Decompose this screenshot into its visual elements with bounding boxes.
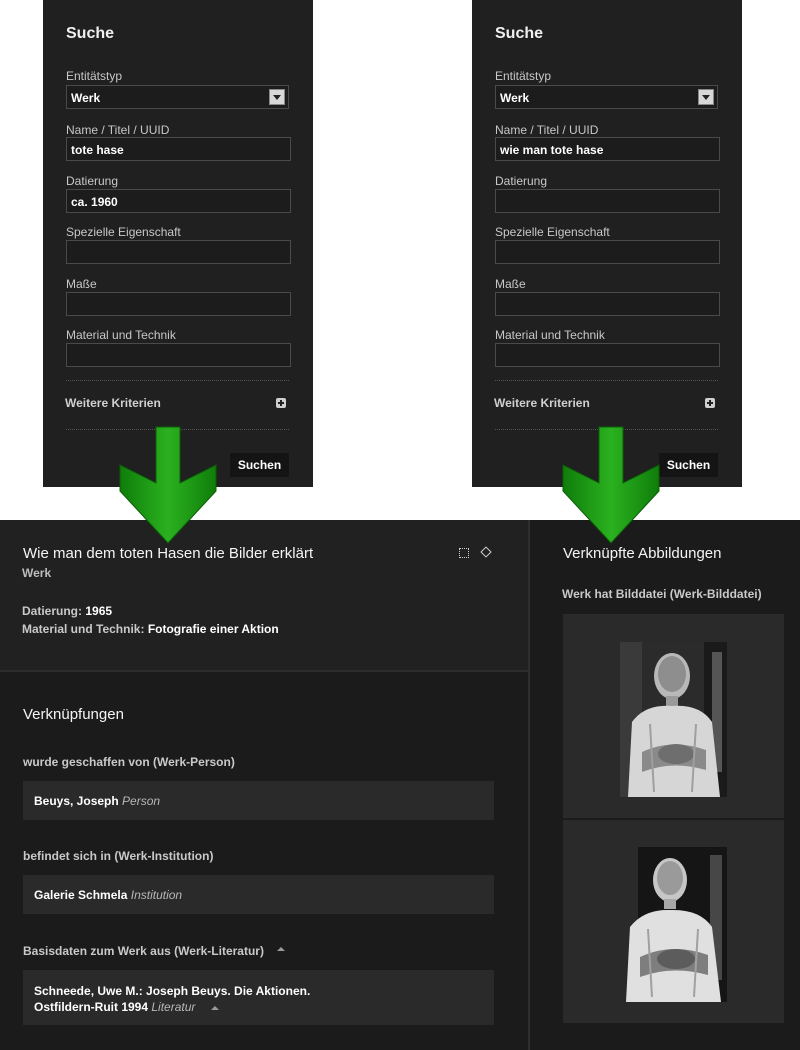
related-type: Person xyxy=(122,794,161,808)
work-title: Wie man dem toten Hasen die Bilder erklä… xyxy=(23,545,314,562)
dimensions-label: Maße xyxy=(66,277,97,291)
relation-card-institution[interactable]: Galerie Schmela Institution xyxy=(23,875,494,914)
dimensions-label: Maße xyxy=(495,277,526,291)
column-divider xyxy=(528,520,530,1050)
special-property-input[interactable] xyxy=(495,240,720,264)
entity-type-label: Entitätstyp xyxy=(66,69,123,83)
material-technique-label: Material und Technik: xyxy=(22,622,145,636)
divider xyxy=(0,670,528,672)
search-title: Suche xyxy=(66,25,115,42)
collapse-icon[interactable] xyxy=(277,946,286,951)
material-row: Material und Technik: Fotografie einer A… xyxy=(22,622,279,636)
entity-type-value: Werk xyxy=(71,91,101,105)
relation-label-person: wurde geschaffen von (Werk-Person) xyxy=(23,755,235,769)
related-type: Literatur xyxy=(151,1000,196,1014)
dimensions-input[interactable] xyxy=(495,292,720,316)
collapse-icon[interactable] xyxy=(210,1005,219,1010)
dimensions-input[interactable] xyxy=(66,292,291,316)
entity-type-select[interactable]: Werk xyxy=(495,85,718,109)
photo-thumbnail[interactable] xyxy=(620,847,727,1002)
relation-label-institution: befindet sich in (Werk-Institution) xyxy=(23,849,214,863)
name-label: Name / Titel / UUID xyxy=(495,123,599,137)
entity-type-value: Werk xyxy=(500,91,530,105)
search-title: Suche xyxy=(495,25,544,42)
diamond-icon[interactable] xyxy=(480,546,492,558)
select-icon[interactable] xyxy=(459,548,469,558)
relation-card-literature[interactable]: Schneede, Uwe M.: Joseph Beuys. Die Akti… xyxy=(23,970,494,1025)
material-label: Material und Technik xyxy=(495,328,605,342)
special-property-label: Spezielle Eigenschaft xyxy=(495,225,610,239)
chevron-down-icon[interactable] xyxy=(269,89,285,105)
name-input[interactable]: wie man tote hase xyxy=(495,137,720,161)
material-label: Material und Technik xyxy=(66,328,176,342)
date-label: Datierung xyxy=(495,174,548,188)
work-detail-panel: Wie man dem toten Hasen die Bilder erklä… xyxy=(0,520,528,670)
entity-type-label: Entitätstyp xyxy=(495,69,552,83)
links-title: Verknüpfungen xyxy=(23,706,124,723)
arrow-down-icon xyxy=(562,426,660,544)
special-property-input[interactable] xyxy=(66,240,291,264)
chevron-down-icon[interactable] xyxy=(698,89,714,105)
search-button[interactable]: Suchen xyxy=(230,453,289,477)
entity-type-select[interactable]: Werk xyxy=(66,85,289,109)
material-technique-value: Fotografie einer Aktion xyxy=(147,622,279,636)
related-name-line2[interactable]: Ostfildern-Ruit 1994 xyxy=(34,1000,148,1014)
image-tile[interactable] xyxy=(563,614,784,818)
relation-label-text: Basisdaten zum Werk aus (Werk-Literatur) xyxy=(23,944,264,958)
search-button[interactable]: Suchen xyxy=(659,453,718,477)
special-property-label: Spezielle Eigenschaft xyxy=(66,225,181,239)
more-criteria-toggle[interactable]: Weitere Kriterien xyxy=(65,396,161,410)
date-input[interactable]: ca. 1960 xyxy=(66,189,291,213)
related-name[interactable]: Schneede, Uwe M.: Joseph Beuys. Die Akti… xyxy=(34,983,494,999)
linked-images-relation: Werk hat Bilddatei (Werk-Bilddatei) xyxy=(562,587,762,601)
related-name[interactable]: Beuys, Joseph xyxy=(34,794,119,808)
arrow-down-icon xyxy=(119,426,217,544)
divider xyxy=(495,380,718,381)
related-type: Institution xyxy=(130,888,183,902)
material-input[interactable] xyxy=(495,343,720,367)
plus-icon[interactable] xyxy=(705,398,715,408)
photo-thumbnail[interactable] xyxy=(620,642,727,797)
image-tile[interactable] xyxy=(563,820,784,1023)
related-name[interactable]: Galerie Schmela xyxy=(34,888,127,902)
relation-card-person[interactable]: Beuys, Joseph Person xyxy=(23,781,494,820)
dating-value: 1965 xyxy=(85,604,113,618)
result-area: Wie man dem toten Hasen die Bilder erklä… xyxy=(0,520,800,1050)
relation-label-literature: Basisdaten zum Werk aus (Werk-Literatur) xyxy=(23,944,286,958)
material-input[interactable] xyxy=(66,343,291,367)
name-label: Name / Titel / UUID xyxy=(66,123,170,137)
date-input[interactable] xyxy=(495,189,720,213)
search-panel-left: Suche Entitätstyp Werk Name / Titel / UU… xyxy=(43,0,313,487)
dating-label: Datierung: xyxy=(22,604,82,618)
name-input[interactable]: tote hase xyxy=(66,137,291,161)
divider xyxy=(66,380,289,381)
search-panel-right: Suche Entitätstyp Werk Name / Titel / UU… xyxy=(472,0,742,487)
plus-icon[interactable] xyxy=(276,398,286,408)
linked-images-title: Verknüpfte Abbildungen xyxy=(563,545,722,562)
work-entity-type: Werk xyxy=(22,566,52,580)
date-label: Datierung xyxy=(66,174,119,188)
more-criteria-toggle[interactable]: Weitere Kriterien xyxy=(494,396,590,410)
dating-row: Datierung: 1965 xyxy=(22,604,112,618)
